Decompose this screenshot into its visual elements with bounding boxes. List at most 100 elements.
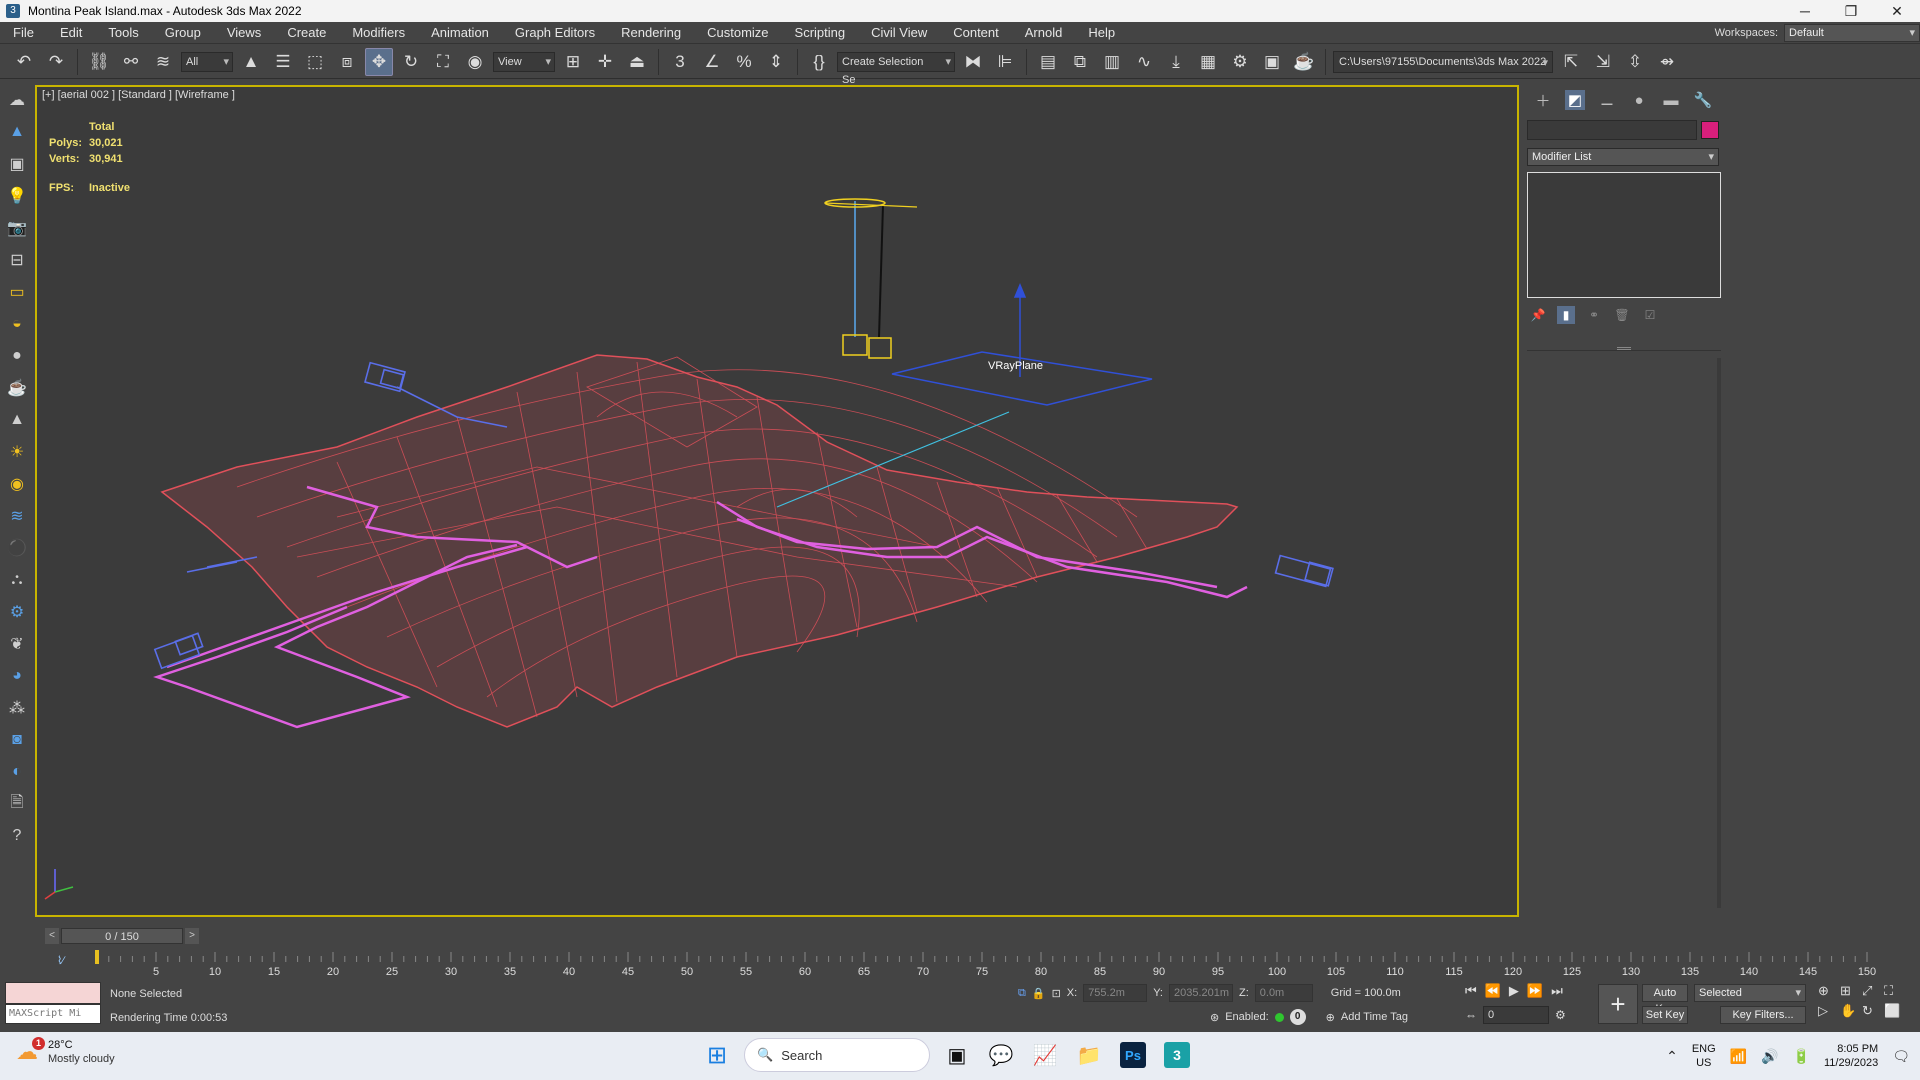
teapot-primitive-icon[interactable]: ☕ xyxy=(5,376,29,400)
link-icon[interactable]: ⛓ xyxy=(85,48,113,76)
help-icon[interactable]: ? xyxy=(5,824,29,848)
orbit-icon[interactable]: ↻ xyxy=(1862,1003,1884,1019)
maxscript-output[interactable] xyxy=(5,982,101,1004)
wifi-icon[interactable]: 📶 xyxy=(1730,1048,1747,1065)
named-selection-set-dropdown[interactable]: Create Selection Se xyxy=(837,51,955,86)
time-slider[interactable]: < 0 / 150 > xyxy=(35,928,1920,948)
3dsmax-taskbar-icon[interactable]: 3 xyxy=(1160,1038,1194,1072)
half-sphere-icon[interactable]: ◒ xyxy=(5,312,29,336)
project-folder-dropdown[interactable]: C:\Users\97155\Documents\3ds Max 2022 xyxy=(1333,50,1553,73)
previous-frame-icon[interactable]: ⏪ xyxy=(1485,983,1501,999)
selection-lock-icon[interactable]: 🔒 xyxy=(1032,987,1046,1000)
windows-start-icon[interactable]: ⊞ xyxy=(700,1038,734,1072)
zoom-all-icon[interactable]: ⊞ xyxy=(1840,983,1862,999)
project-new-icon[interactable]: ⇲ xyxy=(1589,48,1617,76)
minimize-button[interactable]: ─ xyxy=(1782,0,1828,22)
camera-tools-icon[interactable]: 📷 xyxy=(5,216,29,240)
percent-snap-icon[interactable]: % xyxy=(730,48,758,76)
auto-key-button[interactable]: Auto Key xyxy=(1642,984,1688,1015)
menu-modifiers[interactable]: Modifiers xyxy=(339,22,418,44)
utilities-tab-icon[interactable]: 🔧 xyxy=(1693,90,1713,110)
make-unique-icon[interactable]: ⚭ xyxy=(1585,306,1603,324)
notification-icon[interactable]: 🗨 xyxy=(1892,1048,1910,1065)
language-indicator[interactable]: ENG US xyxy=(1692,1042,1716,1070)
time-slider-thumb[interactable]: 0 / 150 xyxy=(61,928,183,944)
add-time-tag[interactable]: Add Time Tag xyxy=(1341,1011,1408,1023)
rendered-frame-window-icon[interactable]: ▣ xyxy=(1258,48,1286,76)
dome-light-icon[interactable]: ◉ xyxy=(5,472,29,496)
battery-icon[interactable]: 🔋 xyxy=(1793,1048,1810,1065)
grass-icon[interactable]: ❦ xyxy=(5,632,29,656)
reference-coordinate-dropdown[interactable]: View xyxy=(493,51,555,72)
menu-customize[interactable]: Customize xyxy=(694,22,781,44)
edit-named-selection-icon[interactable]: {} xyxy=(805,48,833,76)
modify-tab-icon[interactable]: ◩ xyxy=(1565,90,1585,110)
unlink-icon[interactable]: ⚯ xyxy=(117,48,145,76)
menu-scripting[interactable]: Scripting xyxy=(782,22,859,44)
menu-tools[interactable]: Tools xyxy=(95,22,151,44)
ribbon-toggle-icon[interactable]: ▥ xyxy=(1098,48,1126,76)
modifier-stack[interactable] xyxy=(1527,172,1721,298)
scatter-icon[interactable]: ⛬ xyxy=(5,568,29,592)
configure-modifier-sets-icon[interactable]: ☑ xyxy=(1641,306,1659,324)
menu-create[interactable]: Create xyxy=(274,22,339,44)
viewport-layout-icon[interactable]: ▲ xyxy=(5,120,29,144)
snaps-toggle-icon[interactable]: 3 xyxy=(666,48,694,76)
pin-stack-icon[interactable]: 📌 xyxy=(1529,306,1547,324)
weather-widget[interactable]: ☁ 1 28°C Mostly cloudy xyxy=(16,1037,115,1066)
modifier-list-dropdown[interactable]: Modifier List xyxy=(1527,148,1719,166)
material-sphere-icon[interactable]: ◕ xyxy=(5,664,29,688)
select-by-name-icon[interactable]: ☰ xyxy=(269,48,297,76)
isolate-selection-icon[interactable]: ⧉ xyxy=(1018,987,1026,1000)
window-crossing-icon[interactable]: ⧈ xyxy=(333,48,361,76)
select-move-icon[interactable]: ✥ xyxy=(365,47,393,76)
undo-icon[interactable]: ↶ xyxy=(10,48,38,76)
object-name-field[interactable] xyxy=(1527,120,1697,140)
time-slider-prev-button[interactable]: < xyxy=(45,928,59,944)
time-configuration-icon[interactable]: ⚙ xyxy=(1555,1008,1566,1022)
selection-filter-dropdown[interactable]: All xyxy=(181,51,233,72)
menu-help[interactable]: Help xyxy=(1075,22,1128,44)
panel-scrollbar[interactable] xyxy=(1717,358,1721,908)
settings-gear-icon[interactable]: ⚙ xyxy=(5,600,29,624)
vray-plane-light[interactable] xyxy=(891,283,1153,406)
select-place-icon[interactable]: ◉ xyxy=(461,48,489,76)
material-swatches-icon[interactable]: ⁂ xyxy=(5,696,29,720)
menu-content[interactable]: Content xyxy=(940,22,1012,44)
time-slider-next-button[interactable]: > xyxy=(185,928,199,944)
maximize-viewport-icon[interactable]: ⬜ xyxy=(1884,1003,1906,1019)
scene-explorer-side-icon[interactable]: ▣ xyxy=(5,152,29,176)
task-view-icon[interactable]: ▣ xyxy=(940,1038,974,1072)
workspace-dropdown[interactable]: Default xyxy=(1784,24,1920,42)
time-config-arrows-icon[interactable]: ⇔ xyxy=(1465,1008,1477,1022)
adaptive-degradation-icon[interactable]: ⊛ xyxy=(1210,1011,1219,1024)
next-frame-icon[interactable]: ⏩ xyxy=(1527,983,1543,999)
zoom-extents-icon[interactable]: ⤢ xyxy=(1862,983,1884,999)
project-settings-icon[interactable]: ⇳ xyxy=(1621,48,1649,76)
y-coordinate-field[interactable]: 2035.201m xyxy=(1168,984,1233,1002)
select-object-icon[interactable]: ▲ xyxy=(237,48,265,76)
curve-editor-mini-icon[interactable]: ⌇∕ xyxy=(57,954,64,967)
motion-tab-icon[interactable]: ● xyxy=(1629,90,1649,110)
zoom-icon[interactable]: ⊕ xyxy=(1818,983,1840,999)
angle-snap-icon[interactable]: ∠ xyxy=(698,48,726,76)
mirror-icon[interactable]: ⧓ xyxy=(959,48,987,76)
align-icon[interactable]: ⊫ xyxy=(991,48,1019,76)
menu-edit[interactable]: Edit xyxy=(47,22,95,44)
select-scale-icon[interactable]: ⛶ xyxy=(429,48,457,76)
volume-icon[interactable]: 🔊 xyxy=(1761,1048,1778,1065)
menu-arnold[interactable]: Arnold xyxy=(1012,22,1076,44)
z-coordinate-field[interactable]: 0.0m xyxy=(1254,984,1313,1002)
hierarchy-tab-icon[interactable]: ⚊ xyxy=(1597,90,1617,110)
tray-overflow-icon[interactable]: ⌃ xyxy=(1666,1048,1678,1065)
select-rotate-icon[interactable]: ↻ xyxy=(397,48,425,76)
project-open-icon[interactable]: ⇱ xyxy=(1557,48,1585,76)
photoshop-icon[interactable]: Ps xyxy=(1116,1038,1150,1072)
create-tab-icon[interactable]: ＋ xyxy=(1533,90,1553,110)
menu-rendering[interactable]: Rendering xyxy=(608,22,694,44)
rectangular-selection-icon[interactable]: ⬚ xyxy=(301,48,329,76)
project-folder-icon[interactable]: ⇴ xyxy=(1653,48,1681,76)
scene-explorer-icon[interactable]: ▤ xyxy=(1034,48,1062,76)
clock[interactable]: 8:05 PM 11/29/2023 xyxy=(1824,1042,1878,1070)
menu-file[interactable]: File xyxy=(0,22,47,44)
